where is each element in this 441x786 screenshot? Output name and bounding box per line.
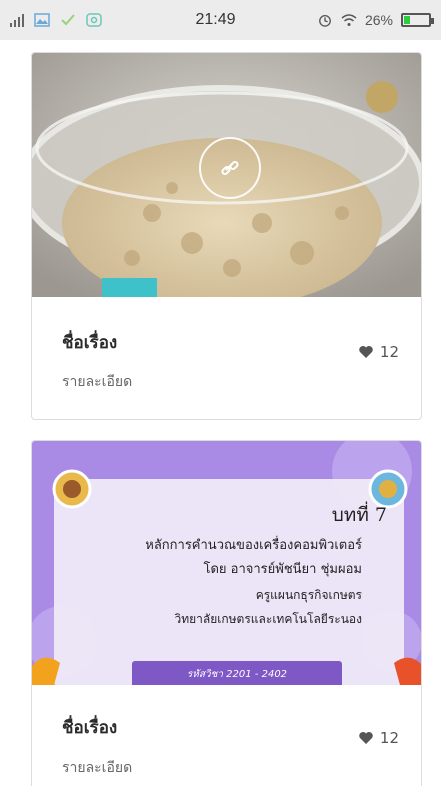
- status-left-icons: [10, 13, 160, 27]
- status-bar: 21:49 26%: [0, 0, 441, 40]
- like-count[interactable]: 12: [358, 343, 399, 361]
- post-card[interactable]: บทที่ 7 หลักการคำนวณของเครื่องคอมพิวเตอร…: [31, 440, 422, 786]
- lesson-slide-image: บทที่ 7 หลักการคำนวณของเครื่องคอมพิวเตอร…: [32, 441, 421, 685]
- slide-line-2: โดย อาจารย์พัชนียา ชุ่มผอม: [203, 561, 362, 577]
- heart-icon[interactable]: [358, 345, 374, 359]
- alarm-icon: [319, 14, 331, 27]
- like-count-value: 12: [379, 729, 399, 747]
- like-count-value: 12: [379, 343, 399, 361]
- app-icon: [86, 13, 102, 27]
- slide-course-code: รหัสวิชา 2201 - 2402: [187, 668, 287, 680]
- signal-icon: [10, 13, 24, 27]
- card-description: รายละเอียด: [62, 374, 133, 390]
- card-description: รายละเอียด: [62, 760, 133, 776]
- like-count[interactable]: 12: [358, 729, 399, 747]
- card-image[interactable]: บทที่ 7 หลักการคำนวณของเครื่องคอมพิวเตอร…: [32, 441, 421, 685]
- heart-icon[interactable]: [358, 731, 374, 745]
- battery-icon: [401, 13, 434, 27]
- status-time: 21:49: [195, 11, 236, 28]
- slide-chapter: บทที่ 7: [332, 501, 387, 526]
- battery-percent: 26%: [364, 12, 393, 28]
- card-image[interactable]: [32, 53, 421, 297]
- wifi-icon: [341, 14, 357, 26]
- post-card[interactable]: ชื่อเรื่อง รายละเอียด 12: [31, 52, 422, 420]
- slide-line-4: วิทยาลัยเกษตรและเทคโนโลยีระนอง: [174, 612, 362, 626]
- slide-line-1: หลักการคำนวณของเครื่องคอมพิวเตอร์: [145, 536, 362, 553]
- slide-line-3: ครูแผนกธุรกิจเกษตร: [256, 588, 363, 603]
- status-right-icons: 26%: [261, 12, 434, 28]
- link-icon[interactable]: [199, 137, 261, 199]
- card-title[interactable]: ชื่อเรื่อง: [62, 329, 117, 356]
- card-title[interactable]: ชื่อเรื่อง: [62, 714, 117, 741]
- gallery-icon: [34, 13, 50, 27]
- check-icon: [61, 14, 75, 26]
